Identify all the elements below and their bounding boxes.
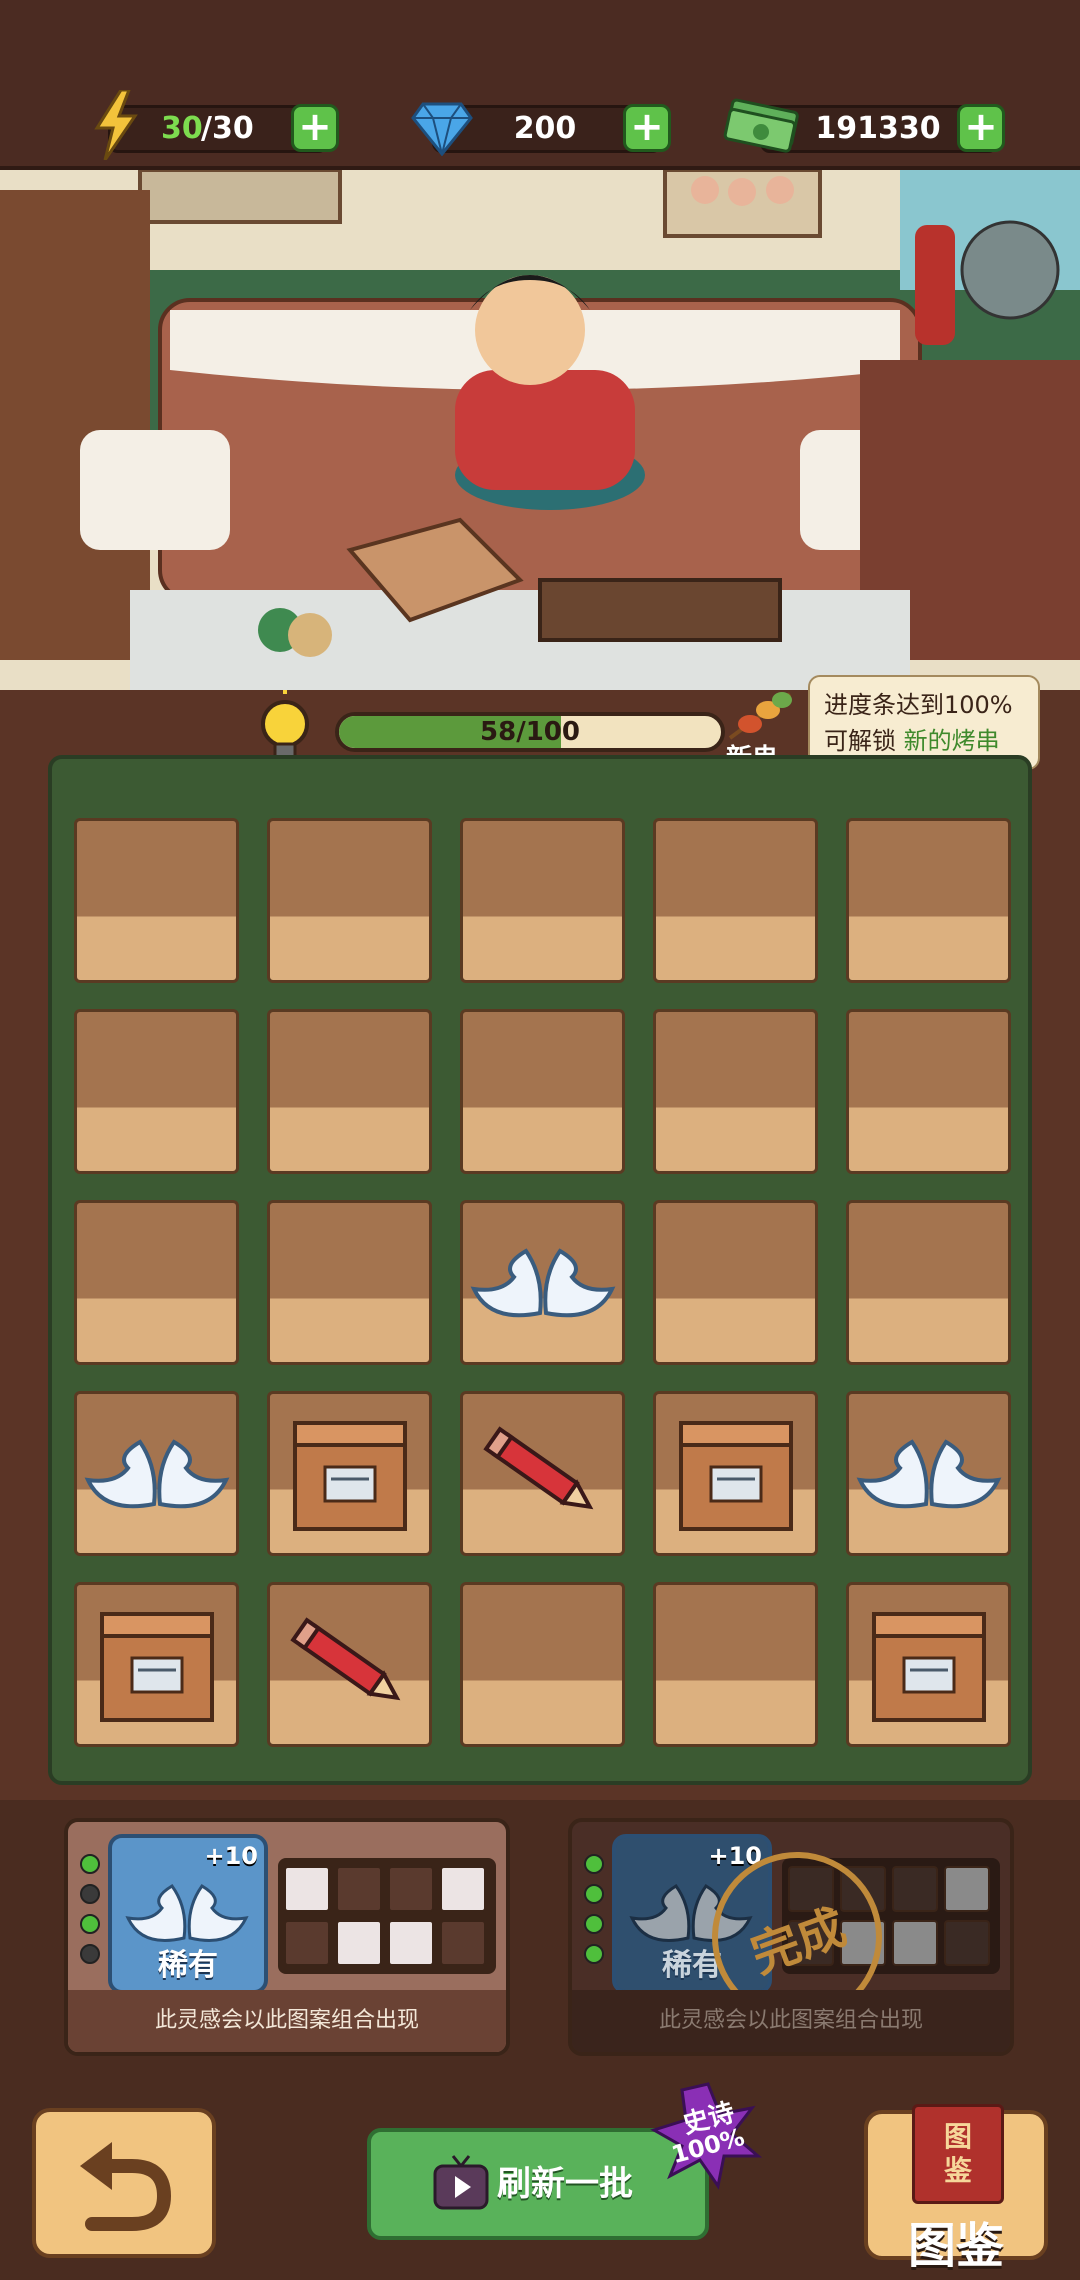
status-dot: [584, 1914, 604, 1934]
board-cell-empty[interactable]: [74, 818, 239, 983]
board-cell-wings[interactable]: [74, 1391, 239, 1556]
atlas-button[interactable]: 图鉴 图鉴: [864, 2104, 1048, 2274]
book-cover-label: 图鉴: [943, 2120, 972, 2187]
add-gems-button[interactable]: +: [623, 104, 671, 152]
progress-label: 58/100: [480, 717, 580, 747]
pattern-caption: 此灵感会以此图案组合出现: [572, 1990, 1010, 2052]
board-cell-empty[interactable]: [460, 1582, 625, 1747]
lightning-icon: [94, 90, 138, 160]
gem-count: 200: [513, 111, 577, 146]
status-dot: [80, 1884, 100, 1904]
pattern-card-1[interactable]: +10 稀有 此灵感会以此图案组合出现: [64, 1818, 510, 2056]
cash-stack-icon: [723, 98, 799, 153]
pattern-cell-wings: [440, 1866, 486, 1912]
bonus-label: +10: [204, 1842, 258, 1870]
board-cell-empty[interactable]: [267, 818, 432, 983]
pattern-cell-wings: [944, 1866, 990, 1912]
status-dot: [80, 1854, 100, 1874]
board-cell-empty[interactable]: [267, 1009, 432, 1174]
board-cell-empty[interactable]: [846, 1009, 1011, 1174]
wings-icon: [463, 1203, 622, 1362]
pattern-caption: 此灵感会以此图案组合出现: [68, 1990, 506, 2052]
box-icon: [270, 1394, 429, 1553]
board-cell-wings[interactable]: [460, 1200, 625, 1365]
add-energy-button[interactable]: +: [291, 104, 339, 152]
box-icon: [849, 1585, 1008, 1744]
board-cell-pencil[interactable]: [267, 1582, 432, 1747]
diamond-icon: [411, 102, 473, 156]
board-cell-pencil[interactable]: [460, 1391, 625, 1556]
status-dot: [80, 1914, 100, 1934]
wings-icon: [77, 1394, 236, 1553]
completed-stamp-text: 完成: [744, 1898, 854, 1985]
video-ad-icon: [433, 2155, 489, 2210]
board-cell-empty[interactable]: [846, 818, 1011, 983]
wings-icon: [125, 1884, 249, 1942]
board-cell-empty[interactable]: [460, 818, 625, 983]
pattern-cell-wings: [284, 1866, 330, 1912]
pencil-icon: [270, 1585, 429, 1744]
board-cell-empty[interactable]: [74, 1009, 239, 1174]
board-cell-empty[interactable]: [846, 1200, 1011, 1365]
refresh-batch-label: 刷新一批: [497, 2164, 633, 2204]
status-dot: [584, 1884, 604, 1904]
board-cell-box[interactable]: [267, 1391, 432, 1556]
pattern-cell-empty: [336, 1866, 382, 1912]
pattern-cell-empty: [440, 1920, 486, 1966]
tooltip-line2: 可解锁 新的烤串: [824, 723, 1024, 759]
skewer-icon: [728, 692, 792, 740]
pencil-icon: [463, 1394, 622, 1553]
pattern-cell-empty: [944, 1920, 990, 1966]
tooltip-line1: 进度条达到100%: [824, 691, 1013, 719]
energy-current: 30: [161, 111, 203, 146]
rarity-label: 稀有: [158, 1948, 218, 1983]
energy-max: /30: [201, 111, 254, 146]
board-cell-empty[interactable]: [653, 1582, 818, 1747]
rare-item-tile: +10 稀有: [108, 1834, 268, 1994]
status-dot: [80, 1944, 100, 1964]
epic-rate-badge: 史诗 100%: [648, 2080, 768, 2190]
pattern-grid: [278, 1858, 496, 1974]
pattern-card-2[interactable]: +10 稀有 完成 此灵感会以此图案组合出现: [568, 1818, 1014, 2056]
status-dot: [584, 1854, 604, 1874]
pattern-cell-empty: [388, 1866, 434, 1912]
board-cell-box[interactable]: [653, 1391, 818, 1556]
money-counter: 191330 +: [723, 98, 1005, 153]
pattern-cell-empty: [892, 1866, 938, 1912]
board-cell-empty[interactable]: [653, 1200, 818, 1365]
scene-illustration: [0, 170, 1080, 690]
board-cell-wings[interactable]: [846, 1391, 1011, 1556]
board-cell-empty[interactable]: [653, 1009, 818, 1174]
pattern-cell-wings: [336, 1920, 382, 1966]
gem-counter: 200 +: [411, 102, 671, 156]
board-cell-empty[interactable]: [267, 1200, 432, 1365]
living-room-scene: [0, 170, 1080, 690]
board-cell-box[interactable]: [846, 1582, 1011, 1747]
resource-bar: 30 /30 + 200 + 191330 +: [0, 0, 1080, 170]
status-dot: [584, 1944, 604, 1964]
pattern-cell-empty: [284, 1920, 330, 1966]
tooltip-line2-prefix: 可解锁: [824, 727, 904, 755]
undo-button[interactable]: [32, 2108, 216, 2258]
pattern-cell-wings: [388, 1920, 434, 1966]
box-icon: [656, 1394, 815, 1553]
energy-counter: 30 /30 +: [94, 90, 339, 160]
board-cell-empty[interactable]: [74, 1200, 239, 1365]
book-icon: 图鉴: [912, 2104, 1004, 2204]
tooltip-line2-highlight: 新的烤串: [903, 727, 1000, 755]
money-count: 191330: [815, 111, 941, 146]
pattern-cell-wings: [892, 1920, 938, 1966]
board-cell-empty[interactable]: [653, 818, 818, 983]
box-icon: [77, 1585, 236, 1744]
board-cell-box[interactable]: [74, 1582, 239, 1747]
atlas-label: 图鉴: [907, 2218, 1004, 2274]
wings-icon: [849, 1394, 1008, 1553]
add-money-button[interactable]: +: [957, 104, 1005, 152]
undo-arrow-icon: [80, 2142, 172, 2231]
board-cell-empty[interactable]: [460, 1009, 625, 1174]
